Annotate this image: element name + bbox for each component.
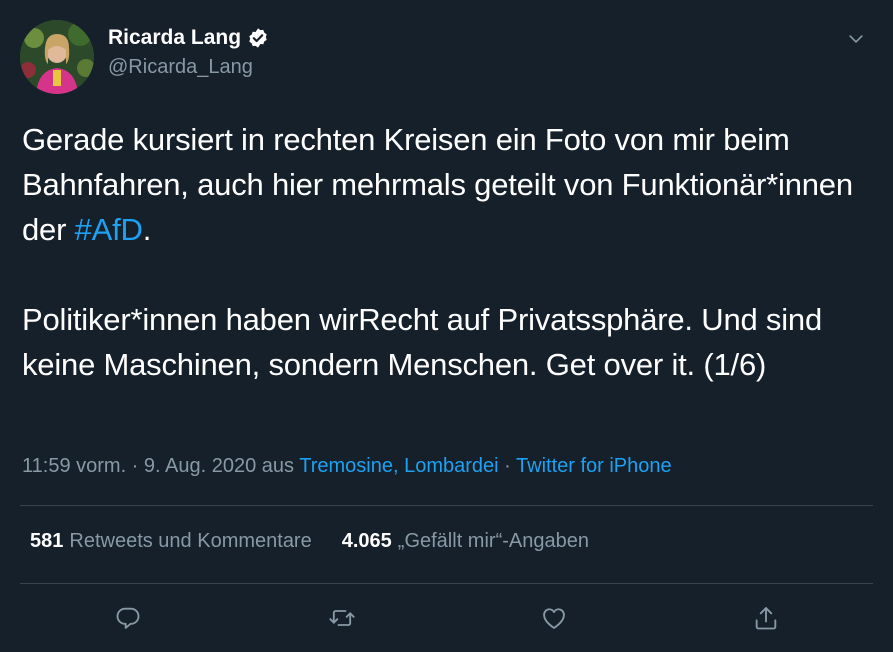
- heart-icon: [543, 608, 565, 629]
- author-handle[interactable]: @Ricarda_Lang: [108, 56, 269, 79]
- more-options-button[interactable]: [839, 22, 873, 56]
- author-info: Ricarda Lang @Ricarda_Lang: [108, 26, 269, 79]
- likes-count: 4.065: [341, 530, 392, 552]
- divider: [20, 505, 873, 506]
- location-link[interactable]: Tremosine, Lombardei: [299, 455, 498, 477]
- tweet-stats: 581 Retweets und Kommentare 4.065 „Gefällt…: [30, 530, 589, 553]
- retweet-button[interactable]: [322, 598, 362, 638]
- reply-icon: [116, 607, 140, 629]
- source-link[interactable]: Twitter for iPhone: [516, 455, 672, 477]
- tweet-card: Ricarda Lang @Ricarda_Lang Gerade kursie…: [0, 0, 893, 652]
- tweet-paragraph-2: Politiker*innen haben wirRecht auf Priva…: [22, 302, 823, 382]
- retweets-label: Retweets und Kommentare: [69, 530, 312, 552]
- retweets-stat[interactable]: 581 Retweets und Kommentare: [30, 530, 312, 553]
- likes-stat[interactable]: 4.065 „Gefällt mir“-Angaben: [342, 530, 589, 553]
- avatar-image: [20, 20, 94, 94]
- tweet-text: Gerade kursiert in rechten Kreisen ein F…: [22, 117, 872, 387]
- reply-button[interactable]: [108, 598, 148, 638]
- meta-separator: ·: [498, 455, 517, 477]
- likes-label: „Gefällt mir“-Angaben: [397, 530, 589, 552]
- divider: [20, 583, 873, 584]
- avatar[interactable]: [20, 20, 94, 94]
- retweets-count: 581: [30, 530, 64, 552]
- display-name-row: Ricarda Lang: [108, 26, 269, 50]
- chevron-down-icon: [849, 35, 863, 43]
- hashtag-link[interactable]: #AfD: [75, 212, 143, 247]
- tweet-paragraph-1-end: .: [142, 212, 152, 247]
- like-button[interactable]: [534, 598, 574, 638]
- tweet-header: Ricarda Lang @Ricarda_Lang: [20, 18, 873, 96]
- meta-separator: ·: [126, 455, 144, 477]
- tweet-time[interactable]: 11:59 vorm.: [22, 455, 126, 477]
- tweet-actions: [20, 598, 873, 638]
- tweet-date[interactable]: 9. Aug. 2020: [144, 455, 256, 477]
- display-name[interactable]: Ricarda Lang: [108, 26, 241, 50]
- verified-badge-icon: [247, 27, 269, 49]
- tweet-meta: 11:59 vorm. · 9. Aug. 2020 aus Tremosine…: [22, 455, 672, 478]
- share-icon: [755, 607, 777, 630]
- meta-from-text: aus: [256, 455, 300, 477]
- retweet-icon: [329, 610, 355, 626]
- share-button[interactable]: [746, 598, 786, 638]
- tweet-paragraph-1: Gerade kursiert in rechten Kreisen ein F…: [22, 117, 872, 252]
